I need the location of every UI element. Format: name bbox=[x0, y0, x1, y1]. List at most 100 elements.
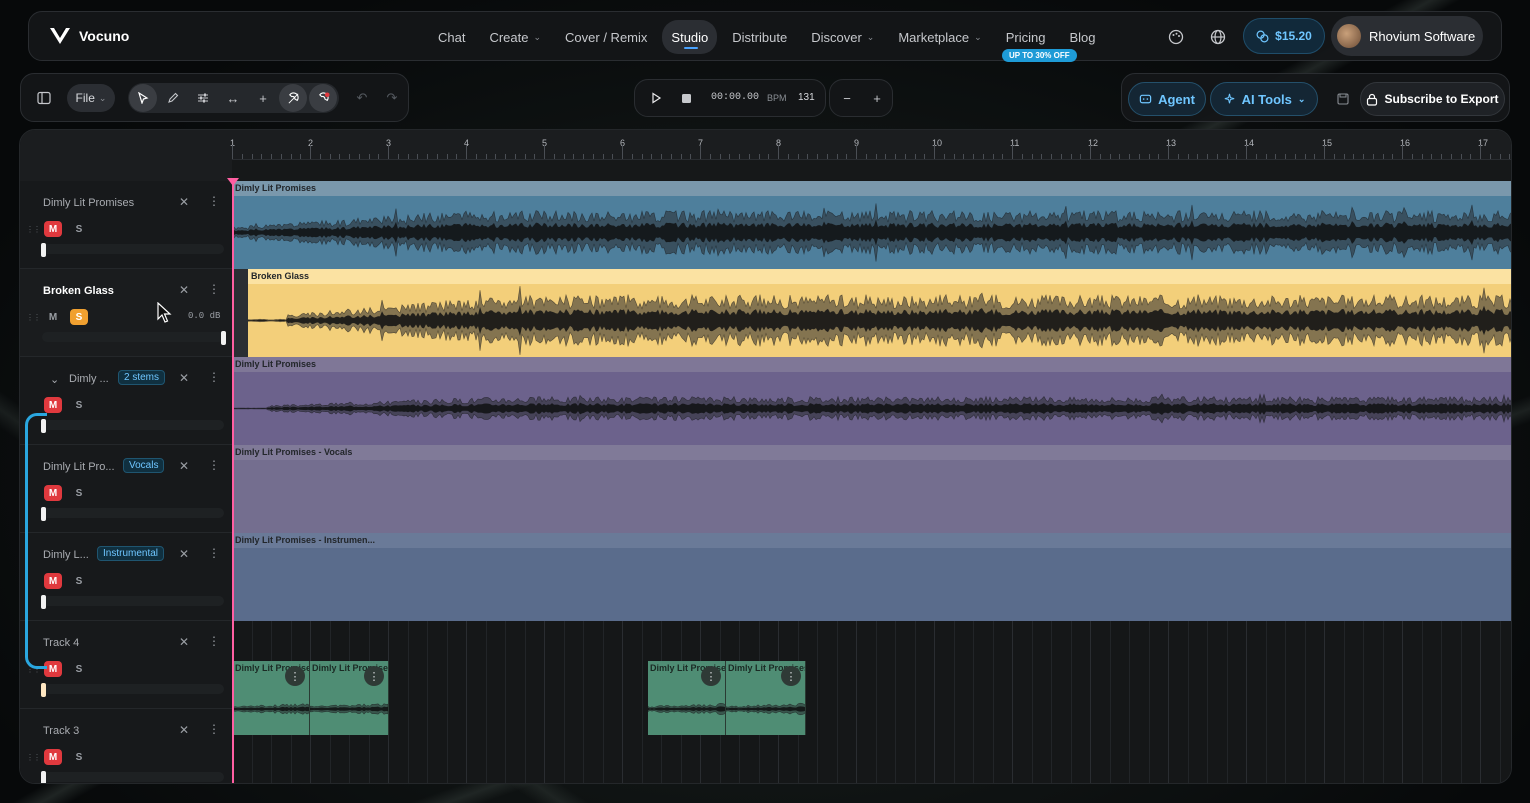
more-vertical-icon[interactable]: ⋮ bbox=[208, 370, 220, 384]
track-header[interactable]: ⋮⋮ Dimly Lit Promises ✕ ⋮ M S bbox=[20, 181, 232, 269]
nav-marketplace[interactable]: Marketplace ⌄ bbox=[889, 20, 990, 54]
close-icon[interactable]: ✕ bbox=[179, 635, 189, 649]
select-tool-icon[interactable] bbox=[129, 84, 157, 112]
track-name[interactable]: Dimly Lit Pro... bbox=[43, 461, 115, 473]
volume-slider[interactable] bbox=[42, 508, 224, 518]
solo-button[interactable]: S bbox=[70, 661, 88, 677]
zoom-out-icon[interactable]: − bbox=[833, 84, 861, 112]
nav-create[interactable]: Create ⌄ bbox=[480, 20, 550, 54]
volume-handle[interactable] bbox=[41, 771, 46, 783]
clip-vocals[interactable]: Dimly Lit Promises - Vocals bbox=[232, 445, 1511, 533]
solo-button[interactable]: S bbox=[70, 485, 88, 501]
close-icon[interactable]: ✕ bbox=[179, 195, 189, 209]
sidebar-toggle-icon[interactable] bbox=[30, 84, 58, 112]
track-name[interactable]: Dimly ... bbox=[69, 373, 109, 385]
volume-slider[interactable] bbox=[42, 332, 224, 342]
ai-tools-button[interactable]: AI Tools ⌄ bbox=[1210, 82, 1318, 116]
more-vertical-icon[interactable]: ⋮ bbox=[208, 282, 220, 296]
clip-instrumental[interactable]: Dimly Lit Promises - Instrumen... bbox=[232, 533, 1511, 621]
globe-icon[interactable] bbox=[1210, 29, 1226, 45]
nav-studio[interactable]: Studio bbox=[662, 20, 718, 54]
track-header[interactable]: ⋮⋮ Broken Glass ✕ ⋮ M S 0.0 dB bbox=[20, 269, 232, 357]
undo-icon[interactable]: ↶ bbox=[348, 84, 376, 112]
redo-icon[interactable]: ↷ bbox=[378, 84, 406, 112]
volume-slider[interactable] bbox=[42, 244, 224, 254]
nav-discover[interactable]: Discover ⌄ bbox=[802, 20, 883, 54]
track-header[interactable]: Dimly Lit Pro... Vocals ✕ ⋮ M S bbox=[20, 445, 232, 533]
track-header[interactable]: Dimly L... Instrumental ✕ ⋮ M S bbox=[20, 533, 232, 621]
add-icon[interactable]: + bbox=[249, 84, 277, 112]
volume-handle[interactable] bbox=[41, 243, 46, 257]
close-icon[interactable]: ✕ bbox=[179, 371, 189, 385]
bpm-value[interactable]: 131 bbox=[798, 92, 815, 103]
credits-button[interactable]: $15.20 bbox=[1243, 18, 1325, 54]
palette-icon[interactable] bbox=[1168, 29, 1184, 45]
stretch-tool-icon[interactable]: ↔ bbox=[219, 84, 247, 112]
track-header[interactable]: ⋮⋮ Track 4 ✕ ⋮ M S bbox=[20, 621, 232, 709]
play-icon[interactable] bbox=[642, 84, 670, 112]
solo-button[interactable]: S bbox=[70, 309, 88, 325]
mute-button[interactable]: M bbox=[44, 749, 62, 765]
more-vertical-icon[interactable]: ⋮ bbox=[208, 194, 220, 208]
clip-dimly-lit-promises-stems[interactable]: Dimly Lit Promises bbox=[232, 357, 1511, 445]
track3-clip[interactable]: Dimly Lit Promises ⋮ bbox=[310, 661, 389, 735]
magnet-off-icon[interactable] bbox=[309, 84, 337, 112]
track3-clip[interactable]: Dimly Lit Promises ⋮ bbox=[726, 661, 806, 735]
drag-handle-icon[interactable]: ⋮⋮ bbox=[26, 753, 41, 762]
track-name[interactable]: Track 4 bbox=[43, 637, 79, 649]
playhead[interactable] bbox=[232, 181, 234, 783]
ruler-tick bbox=[1314, 154, 1316, 159]
nav-cover-remix[interactable]: Cover / Remix bbox=[556, 20, 656, 54]
close-icon[interactable]: ✕ bbox=[179, 723, 189, 737]
zoom-in-icon[interactable]: + bbox=[863, 84, 891, 112]
collapse-chevron-icon[interactable]: ⌄ bbox=[50, 373, 59, 386]
nav-distribute[interactable]: Distribute bbox=[723, 20, 796, 54]
logo[interactable]: Vocuno bbox=[49, 26, 129, 46]
stop-icon[interactable] bbox=[672, 84, 700, 112]
clip-broken-glass[interactable]: Broken Glass bbox=[232, 269, 1511, 357]
more-vertical-icon[interactable]: ⋮ bbox=[208, 458, 220, 472]
pencil-tool-icon[interactable] bbox=[159, 84, 187, 112]
track-header[interactable]: ⌄ Dimly ... 2 stems ✕ ⋮ M S bbox=[20, 357, 232, 445]
track3-clip[interactable]: Dimly Lit Promises ⋮ bbox=[648, 661, 726, 735]
mute-button[interactable]: M bbox=[44, 221, 62, 237]
volume-slider[interactable] bbox=[42, 684, 224, 694]
track-name[interactable]: Dimly Lit Promises bbox=[43, 197, 134, 209]
sliders-tool-icon[interactable] bbox=[189, 84, 217, 112]
timeline-ruler[interactable]: 1 2 3 4 5 6 7 8 9 10 11 12 13 14 15 16 17 bbox=[230, 130, 1511, 160]
more-vertical-icon[interactable]: ⋮ bbox=[208, 722, 220, 736]
agent-button[interactable]: Agent bbox=[1128, 82, 1206, 116]
volume-slider[interactable] bbox=[42, 772, 224, 782]
close-icon[interactable]: ✕ bbox=[179, 547, 189, 561]
playhead-handle[interactable] bbox=[227, 178, 239, 186]
volume-handle[interactable] bbox=[41, 683, 46, 697]
track-name[interactable]: Dimly L... bbox=[43, 549, 89, 561]
track3-clip[interactable]: Dimly Lit Promises ⋮ bbox=[233, 661, 310, 735]
track-name[interactable]: Broken Glass bbox=[43, 285, 114, 297]
close-icon[interactable]: ✕ bbox=[179, 283, 189, 297]
user-menu[interactable]: Rhovium Software bbox=[1331, 16, 1483, 56]
more-vertical-icon[interactable]: ⋮ bbox=[208, 634, 220, 648]
file-menu-button[interactable]: File ⌄ bbox=[67, 84, 115, 112]
volume-slider[interactable] bbox=[42, 596, 224, 606]
drag-handle-icon[interactable]: ⋮⋮ bbox=[26, 225, 41, 234]
drag-handle-icon[interactable]: ⋮⋮ bbox=[26, 313, 41, 322]
close-icon[interactable]: ✕ bbox=[179, 459, 189, 473]
track-name[interactable]: Track 3 bbox=[43, 725, 79, 737]
solo-button[interactable]: S bbox=[70, 397, 88, 413]
more-vertical-icon[interactable]: ⋮ bbox=[208, 546, 220, 560]
clip-dimly-lit-promises[interactable]: Dimly Lit Promises bbox=[232, 181, 1511, 269]
save-icon[interactable] bbox=[1329, 84, 1357, 114]
solo-button[interactable]: S bbox=[70, 749, 88, 765]
subscribe-export-button[interactable]: Subscribe to Export bbox=[1360, 82, 1505, 116]
nav-chat[interactable]: Chat bbox=[429, 20, 474, 54]
track-header[interactable]: ⋮⋮ Track 3 ✕ ⋮ M S bbox=[20, 709, 232, 783]
mute-button[interactable]: M bbox=[44, 309, 62, 325]
timeline[interactable]: Dimly Lit Promises Broken Glass Dimly Li… bbox=[232, 181, 1511, 783]
volume-slider[interactable] bbox=[42, 420, 224, 430]
solo-button[interactable]: S bbox=[70, 573, 88, 589]
mute-button[interactable]: M bbox=[44, 397, 62, 413]
volume-handle[interactable] bbox=[221, 331, 226, 345]
magnet-snap-icon[interactable] bbox=[279, 84, 307, 112]
solo-button[interactable]: S bbox=[70, 221, 88, 237]
